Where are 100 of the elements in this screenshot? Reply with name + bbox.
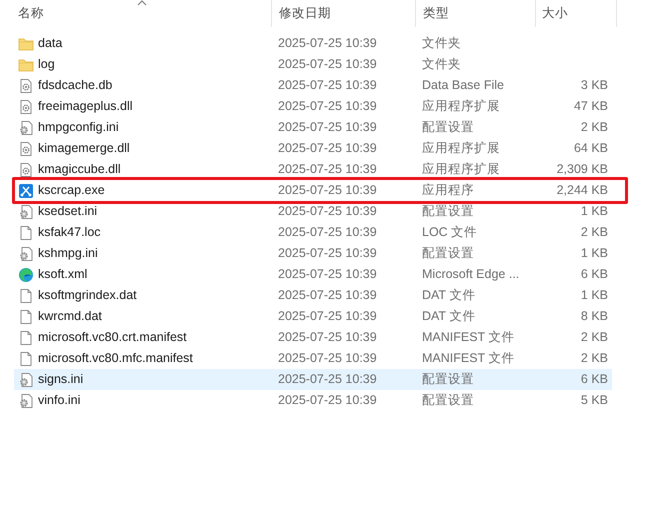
file-name[interactable]: microsoft.vc80.mfc.manifest: [38, 349, 193, 368]
file-name[interactable]: kmagiccube.dll: [38, 160, 121, 179]
gear-file-icon: [18, 98, 34, 114]
modified-date: 2025-07-25 10:39: [278, 162, 377, 176]
file-row[interactable]: ksedset.ini 2025-07-25 10:39 配置设置 1 KB: [14, 201, 612, 222]
modified-date: 2025-07-25 10:39: [278, 225, 377, 240]
file-row[interactable]: microsoft.vc80.mfc.manifest 2025-07-25 10:39 MANIFEST 文件 2 KB: [14, 348, 612, 369]
folder-icon: [18, 36, 34, 52]
file-row[interactable]: ksoft.xml 2025-07-25 10:39 Microsoft Edge ... 6 KB: [14, 264, 612, 285]
file-name[interactable]: ksfak47.loc: [38, 223, 101, 242]
file-type: Data Base File: [422, 78, 504, 92]
file-row[interactable]: kimagemerge.dll 2025-07-25 10:39 应用程序扩展 64 KB: [14, 138, 612, 159]
settings-file-icon: [18, 246, 34, 262]
file-name[interactable]: data: [38, 34, 62, 53]
file-row[interactable]: data 2025-07-25 10:39 文件夹: [14, 33, 612, 54]
column-header[interactable]: 类型: [423, 4, 449, 23]
file-name[interactable]: freeimageplus.dll: [38, 97, 132, 116]
settings-file-icon: [18, 204, 34, 220]
file-name[interactable]: vinfo.ini: [38, 391, 80, 410]
file-name[interactable]: fdsdcache.db: [38, 76, 112, 95]
file-type: LOC 文件: [422, 225, 478, 240]
file-size: 2 KB: [580, 351, 608, 366]
file-size: 5 KB: [580, 393, 608, 408]
modified-date: 2025-07-25 10:39: [278, 267, 377, 282]
file-size: 47 KB: [574, 99, 608, 114]
settings-file-icon: [18, 120, 34, 136]
file-type: MANIFEST 文件: [422, 351, 514, 366]
file-type: 应用程序扩展: [422, 141, 500, 156]
modified-date: 2025-07-25 10:39: [278, 246, 377, 260]
file-type: 应用程序: [422, 183, 474, 198]
file-name[interactable]: hmpgconfig.ini: [38, 118, 119, 137]
file-type: 应用程序扩展: [422, 99, 500, 114]
modified-date: 2025-07-25 10:39: [278, 36, 377, 50]
file-type: 配置设置: [422, 246, 474, 260]
file-size: 2 KB: [580, 225, 608, 240]
file-row[interactable]: ksoftmgrindex.dat 2025-07-25 10:39 DAT 文件 1 KB: [14, 285, 612, 306]
modified-date: 2025-07-25 10:39: [278, 372, 377, 386]
file-type: 文件夹: [422, 57, 461, 72]
file-size: 6 KB: [580, 267, 608, 282]
modified-date: 2025-07-25 10:39: [278, 330, 377, 344]
file-type: 应用程序扩展: [422, 162, 500, 176]
file-row[interactable]: hmpgconfig.ini 2025-07-25 10:39 配置设置 2 KB: [14, 117, 612, 138]
file-size: 3 KB: [580, 78, 608, 92]
modified-date: 2025-07-25 10:39: [278, 393, 377, 408]
file-row[interactable]: fdsdcache.db 2025-07-25 10:39 Data Base File 3 KB: [14, 75, 612, 96]
gear-file-icon: [18, 78, 34, 94]
wave-logo-icon: [18, 266, 34, 282]
file-row[interactable]: ksfak47.loc 2025-07-25 10:39 LOC 文件 2 KB: [14, 222, 612, 243]
modified-date: 2025-07-25 10:39: [278, 57, 377, 72]
file-type: DAT 文件: [422, 288, 476, 302]
file-size: 2,244 KB: [556, 183, 608, 198]
modified-date: 2025-07-25 10:39: [278, 99, 377, 114]
file-name[interactable]: signs.ini: [38, 370, 84, 389]
file-size: 2,309 KB: [556, 162, 608, 176]
file-row[interactable]: log 2025-07-25 10:39 文件夹: [14, 54, 612, 75]
file-type: MANIFEST 文件: [422, 330, 514, 344]
file-row[interactable]: kwrcmd.dat 2025-07-25 10:39 DAT 文件 8 KB: [14, 306, 612, 327]
file-size: 6 KB: [580, 372, 608, 386]
modified-date: 2025-07-25 10:39: [278, 120, 377, 134]
file-name[interactable]: microsoft.vc80.crt.manifest: [38, 328, 187, 347]
file-name[interactable]: kimagemerge.dll: [38, 139, 130, 158]
modified-date: 2025-07-25 10:39: [278, 351, 377, 366]
file-row[interactable]: vinfo.ini 2025-07-25 10:39 配置设置 5 KB: [14, 390, 612, 411]
file-size: 64 KB: [574, 141, 608, 156]
file-row[interactable]: microsoft.vc80.crt.manifest 2025-07-25 10:39 MANIFEST 文件 2 KB: [14, 327, 612, 348]
file-type: 配置设置: [422, 393, 474, 408]
file-size: 1 KB: [580, 246, 608, 260]
file-type: 配置设置: [422, 120, 474, 134]
file-name[interactable]: ksedset.ini: [38, 202, 98, 221]
file-icon: [18, 224, 34, 240]
file-row[interactable]: signs.ini 2025-07-25 10:39 配置设置 6 KB: [14, 369, 612, 390]
file-type: 配置设置: [422, 204, 474, 218]
file-type: Microsoft Edge ...: [422, 267, 520, 282]
file-icon: [18, 288, 34, 304]
file-name[interactable]: kshmpg.ini: [38, 244, 98, 263]
file-type: DAT 文件: [422, 309, 476, 324]
file-name[interactable]: ksoftmgrindex.dat: [38, 286, 137, 305]
file-name[interactable]: log: [38, 55, 55, 74]
file-icon: [18, 330, 34, 346]
file-size: 2 KB: [580, 330, 608, 344]
file-row[interactable]: kscrcap.exe 2025-07-25 10:39 应用程序 2,244 KB: [14, 180, 612, 201]
modified-date: 2025-07-25 10:39: [278, 141, 377, 156]
modified-date: 2025-07-25 10:39: [278, 204, 377, 218]
column-header[interactable]: 修改日期: [279, 4, 331, 23]
file-name[interactable]: ksoft.xml: [38, 265, 88, 284]
modified-date: 2025-07-25 10:39: [278, 183, 377, 198]
column-header[interactable]: 大小: [542, 4, 568, 23]
file-row[interactable]: freeimageplus.dll 2025-07-25 10:39 应用程序扩展 47 KB: [14, 96, 612, 117]
file-size: 8 KB: [580, 309, 608, 324]
gear-file-icon: [18, 140, 34, 156]
file-name[interactable]: kwrcmd.dat: [38, 307, 102, 326]
file-name[interactable]: kscrcap.exe: [38, 181, 105, 200]
settings-file-icon: [18, 372, 34, 388]
file-size: 1 KB: [580, 288, 608, 302]
file-type: 配置设置: [422, 372, 474, 386]
file-row[interactable]: kmagiccube.dll 2025-07-25 10:39 应用程序扩展 2,309 KB: [14, 159, 612, 180]
column-header[interactable]: 名称: [18, 4, 44, 23]
scissors-app-icon: [18, 182, 34, 198]
folder-icon: [18, 56, 34, 72]
file-row[interactable]: kshmpg.ini 2025-07-25 10:39 配置设置 1 KB: [14, 243, 612, 264]
